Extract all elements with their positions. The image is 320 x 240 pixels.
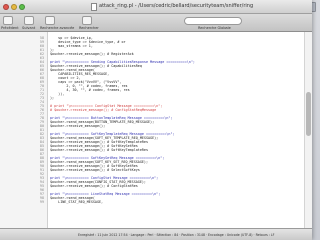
zoom-window-button[interactable]: [19, 4, 25, 10]
window-title: attack_ring.pl - /Users/cedric/bellard/s…: [99, 3, 254, 9]
forward-button[interactable]: [24, 16, 34, 25]
advanced-search-label: Recherche avancée: [40, 26, 75, 30]
editor-window: attack_ring.pl - /Users/cedric/bellard/s…: [0, 0, 312, 240]
title-bar[interactable]: attack_ring.pl - /Users/cedric/bellard/s…: [0, 0, 312, 14]
global-search-label: Recherche Globale: [198, 26, 231, 30]
status-text: Enregistré : 11 Juin 2012 17:54 · Langag…: [78, 233, 275, 237]
find-button[interactable]: [82, 16, 92, 25]
scroll-thumb[interactable]: [306, 92, 311, 136]
find-label: Rechercher: [79, 26, 99, 30]
forward-label: Suivant: [22, 26, 36, 30]
line-number: 99: [39, 200, 44, 204]
toolbar: Précédent Suivant Recherche avancée Rech…: [0, 14, 312, 32]
minimize-window-button[interactable]: [11, 4, 17, 10]
advanced-search-button[interactable]: [45, 16, 55, 25]
code-line[interactable]: 99 LINE_STAT_REQ_MESSAGE,: [0, 200, 312, 204]
code-text: LINE_STAT_REQ_MESSAGE,: [50, 200, 104, 204]
global-search-field[interactable]: [184, 17, 242, 25]
back-label: Précédent: [1, 26, 19, 30]
back-button[interactable]: [3, 16, 13, 25]
document-icon: [91, 3, 97, 11]
status-bar: Enregistré : 11 Juin 2012 17:54 · Langag…: [0, 228, 312, 240]
vertical-scrollbar[interactable]: [304, 32, 312, 228]
close-window-button[interactable]: [3, 4, 9, 10]
